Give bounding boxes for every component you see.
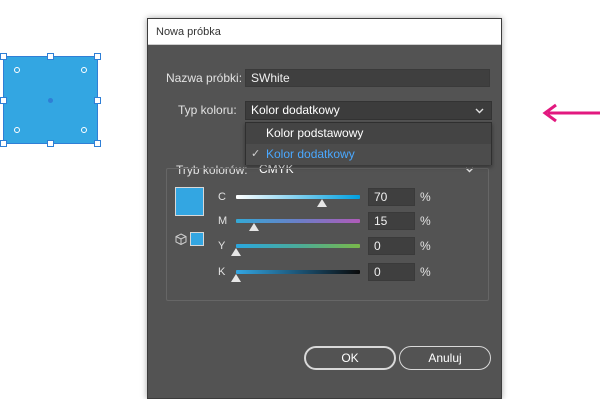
swatch-name-input[interactable]: SWhite xyxy=(245,69,490,87)
color-type-label: Typ koloru: xyxy=(178,103,237,117)
selection-handle-mr[interactable] xyxy=(94,97,101,104)
magenta-percent-label: % xyxy=(420,214,431,228)
yellow-label: Y xyxy=(218,240,226,252)
selection-handle-bl[interactable] xyxy=(0,140,7,147)
chevron-down-icon xyxy=(475,108,484,114)
cancel-button[interactable]: Anuluj xyxy=(399,346,491,370)
menu-item-kolor-podstawowy[interactable]: Kolor podstawowy xyxy=(246,123,491,144)
black-percent-label: % xyxy=(420,265,431,279)
magenta-label: M xyxy=(218,215,228,227)
out-of-gamut-swatch[interactable] xyxy=(190,232,204,246)
yellow-value-input[interactable]: 0 xyxy=(368,237,415,255)
yellow-slider-thumb[interactable] xyxy=(231,248,241,256)
selection-handle-tl[interactable] xyxy=(0,53,7,60)
color-type-select[interactable]: Kolor dodatkowy xyxy=(245,101,492,120)
black-slider-thumb[interactable] xyxy=(231,274,241,282)
color-preview-swatch xyxy=(175,187,204,216)
black-label: K xyxy=(218,266,226,278)
selection-handle-ml[interactable] xyxy=(0,97,7,104)
selection-handle-tr[interactable] xyxy=(94,53,101,60)
corner-widget[interactable] xyxy=(81,127,87,133)
selection-handle-tc[interactable] xyxy=(47,53,54,60)
selected-rectangle-artwork[interactable] xyxy=(0,53,101,147)
magenta-slider-thumb[interactable] xyxy=(249,223,259,231)
menu-item-label: Kolor dodatkowy xyxy=(266,147,355,161)
menu-item-kolor-dodatkowy[interactable]: ✓ Kolor dodatkowy xyxy=(246,144,491,165)
selection-handle-bc[interactable] xyxy=(47,140,54,147)
cube-icon[interactable] xyxy=(175,233,187,245)
yellow-slider-track[interactable] xyxy=(236,244,360,248)
checkmark-icon: ✓ xyxy=(251,148,261,160)
menu-item-label: Kolor podstawowy xyxy=(266,126,364,140)
magenta-value-input[interactable]: 15 xyxy=(368,212,415,230)
cyan-label: C xyxy=(218,191,226,203)
cyan-slider-track[interactable] xyxy=(236,195,360,199)
corner-widget[interactable] xyxy=(81,67,87,73)
corner-widget[interactable] xyxy=(14,67,20,73)
cyan-value-input[interactable]: 70 xyxy=(368,188,415,206)
color-type-value: Kolor dodatkowy xyxy=(251,103,340,117)
black-slider-track[interactable] xyxy=(236,270,360,274)
yellow-percent-label: % xyxy=(420,239,431,253)
black-value-input[interactable]: 0 xyxy=(368,263,415,281)
swatch-name-label: Nazwa próbki: xyxy=(166,71,243,85)
selection-handle-br[interactable] xyxy=(94,140,101,147)
dialog-title: Nowa próbka xyxy=(148,19,501,45)
arrow-left-icon xyxy=(542,103,600,123)
color-type-menu: Kolor podstawowy ✓ Kolor dodatkowy xyxy=(245,122,492,165)
ok-button[interactable]: OK xyxy=(304,346,396,370)
cyan-slider-thumb[interactable] xyxy=(317,199,327,207)
corner-widget[interactable] xyxy=(14,127,20,133)
cyan-percent-label: % xyxy=(420,190,431,204)
color-settings-group xyxy=(166,168,489,301)
center-point xyxy=(48,98,53,103)
